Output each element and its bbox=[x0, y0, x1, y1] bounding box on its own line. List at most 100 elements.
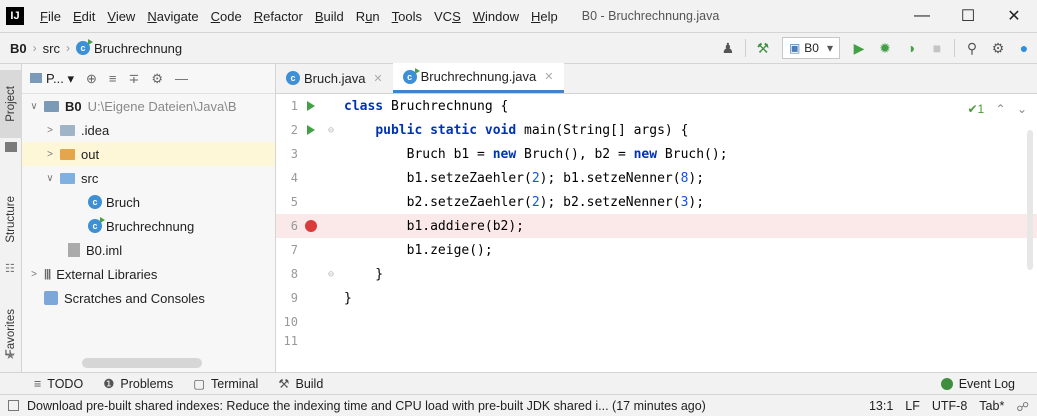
menu-refactor[interactable]: Refactor bbox=[248, 9, 309, 24]
debug-icon[interactable]: ✹ bbox=[872, 36, 898, 60]
menu-code[interactable]: Code bbox=[205, 9, 248, 24]
event-log-button[interactable]: Event Log bbox=[940, 373, 1015, 395]
project-view-select[interactable]: P... ▾ bbox=[30, 71, 74, 87]
tree-item-out[interactable]: > out bbox=[22, 142, 275, 166]
chevron-down-icon[interactable]: ∨ bbox=[28, 101, 40, 112]
divider bbox=[744, 39, 746, 57]
runnable-class-icon: c bbox=[75, 39, 93, 55]
menu-view[interactable]: View bbox=[101, 9, 141, 24]
status-bar: Download pre-built shared indexes: Reduc… bbox=[0, 394, 1037, 416]
todo-tool-button[interactable]: ≡ TODO bbox=[34, 377, 83, 391]
tab-bruchrechnung-java[interactable]: c Bruchrechnung.java ✕ bbox=[392, 63, 564, 93]
menu-window[interactable]: Window bbox=[467, 9, 525, 24]
indent-setting[interactable]: Tab* bbox=[979, 399, 1004, 413]
runnable-class-icon: c bbox=[88, 217, 105, 233]
close-icon[interactable]: ✕ bbox=[373, 72, 382, 85]
gear-icon[interactable]: ⚙ bbox=[151, 71, 163, 87]
horizontal-scrollbar[interactable] bbox=[82, 358, 202, 368]
file-encoding[interactable]: UTF-8 bbox=[932, 399, 967, 413]
update-icon[interactable]: ● bbox=[1011, 36, 1037, 60]
build-hammer-icon[interactable]: ⚒ bbox=[750, 36, 776, 60]
breakpoint-icon[interactable] bbox=[298, 214, 324, 238]
breadcrumb-src[interactable]: src bbox=[39, 41, 64, 56]
chevron-down-icon[interactable]: ∨ bbox=[44, 173, 56, 184]
user-icon[interactable]: ♟ bbox=[715, 36, 741, 60]
menu-tools[interactable]: Tools bbox=[386, 9, 428, 24]
build-tool-button[interactable]: ⚒ Build bbox=[278, 376, 323, 392]
caret-position[interactable]: 13:1 bbox=[869, 399, 893, 413]
tab-bruch-java[interactable]: c Bruch.java ✕ bbox=[276, 63, 393, 93]
lock-icon[interactable]: ☍ bbox=[1016, 399, 1029, 414]
stop-icon[interactable]: ■ bbox=[924, 36, 950, 60]
code-text: b2.setzeZaehler(2); b2.setzeNenner(3); bbox=[344, 194, 705, 210]
folder-icon bbox=[60, 124, 75, 136]
event-log-label: Event Log bbox=[958, 377, 1015, 391]
project-tool-tab[interactable]: Project bbox=[0, 70, 22, 138]
line-number: 1 bbox=[290, 99, 298, 113]
run-config-label: B0 bbox=[804, 41, 819, 55]
menu-file[interactable]: File bbox=[34, 9, 67, 24]
tool-window-bar: ≡ TODO ❶ Problems ▢ Terminal ⚒ Build Event L… bbox=[0, 372, 1037, 394]
menu-run[interactable]: Run bbox=[350, 9, 386, 24]
tree-item-scratches[interactable]: Scratches and Consoles bbox=[22, 286, 275, 310]
navigation-bar: B0 › src › c Bruchrechnung ♟ ⚒ ▣ B0 ▾ ▶ … bbox=[0, 32, 1037, 64]
menu-vcs[interactable]: VCS bbox=[428, 9, 467, 24]
expand-all-icon[interactable]: ≡ bbox=[109, 71, 117, 86]
run-gutter-icon[interactable] bbox=[298, 94, 324, 118]
search-icon[interactable]: ⚲ bbox=[959, 36, 985, 60]
minimize-button[interactable]: — bbox=[899, 0, 945, 32]
fold-icon[interactable]: ⊖ bbox=[324, 269, 338, 280]
run-config-select[interactable]: ▣ B0 ▾ bbox=[781, 37, 840, 59]
problems-tool-button[interactable]: ❶ Problems bbox=[103, 376, 173, 392]
code-area[interactable]: 1 class Bruchrechnung { 2 ⊖ public stati… bbox=[276, 94, 1037, 372]
gear-icon[interactable]: ⚙ bbox=[985, 36, 1011, 60]
chevron-right-icon[interactable]: > bbox=[44, 125, 56, 136]
line-separator[interactable]: LF bbox=[905, 399, 920, 413]
project-toolbar: P... ▾ ⊕ ≡ ∓ ⚙ — bbox=[22, 64, 275, 94]
star-icon: ★ bbox=[5, 348, 16, 362]
structure-tool-tab[interactable]: Structure bbox=[0, 180, 22, 258]
run-icon[interactable]: ▶ bbox=[846, 36, 872, 60]
menu-help[interactable]: Help bbox=[525, 9, 564, 24]
code-line: 4 b1.setzeZaehler(2); b1.setzeNenner(8); bbox=[276, 166, 1037, 190]
collapse-all-icon[interactable]: ∓ bbox=[128, 71, 139, 87]
code-text: } bbox=[344, 266, 384, 282]
chevron-down-icon[interactable]: ⌄ bbox=[1017, 102, 1027, 116]
status-message[interactable]: Download pre-built shared indexes: Reduc… bbox=[8, 399, 706, 413]
menu-navigate[interactable]: Navigate bbox=[141, 9, 204, 24]
menu-edit[interactable]: Edit bbox=[67, 9, 101, 24]
close-button[interactable]: ✕ bbox=[991, 0, 1037, 32]
intellij-logo-icon: IJ bbox=[6, 7, 24, 25]
inspection-widget[interactable]: ✔1 ⌃ ⌄ bbox=[967, 102, 1027, 116]
code-line: 11 bbox=[276, 334, 1037, 348]
vertical-scrollbar[interactable] bbox=[1027, 130, 1033, 270]
chevron-right-icon[interactable]: > bbox=[44, 149, 56, 160]
maximize-button[interactable]: ☐ bbox=[945, 0, 991, 32]
close-icon[interactable]: ✕ bbox=[544, 70, 553, 83]
tree-item-bruch[interactable]: c Bruch bbox=[22, 190, 275, 214]
hide-icon[interactable]: — bbox=[175, 71, 188, 86]
divider bbox=[954, 39, 955, 57]
tree-item-idea[interactable]: > .idea bbox=[22, 118, 275, 142]
code-line: 7 b1.zeige(); bbox=[276, 238, 1037, 262]
toggle-tool-windows-icon[interactable] bbox=[8, 400, 19, 411]
line-number: 8 bbox=[290, 267, 298, 281]
chevron-right-icon[interactable]: > bbox=[28, 269, 40, 280]
breadcrumb-project[interactable]: B0 bbox=[6, 41, 31, 56]
breadcrumb-class[interactable]: c Bruchrechnung bbox=[72, 39, 186, 56]
locate-icon[interactable]: ⊕ bbox=[86, 71, 97, 87]
library-icon: ||| bbox=[44, 268, 51, 280]
fold-icon[interactable]: ⊖ bbox=[324, 125, 338, 136]
coverage-icon[interactable]: ◑ bbox=[898, 36, 924, 60]
tree-item-iml[interactable]: B0.iml bbox=[22, 238, 275, 262]
tree-item-src[interactable]: ∨ src bbox=[22, 166, 275, 190]
tree-item-label: Scratches and Consoles bbox=[64, 290, 205, 306]
menu-build[interactable]: Build bbox=[309, 9, 350, 24]
tree-item-external-libraries[interactable]: > ||| External Libraries bbox=[22, 262, 275, 286]
tree-root[interactable]: ∨ B0 U:\Eigene Dateien\Java\B bbox=[22, 94, 275, 118]
chevron-up-icon[interactable]: ⌃ bbox=[996, 102, 1006, 116]
tree-item-bruchrechnung[interactable]: c Bruchrechnung bbox=[22, 214, 275, 238]
run-gutter-icon[interactable] bbox=[298, 118, 324, 142]
code-line: 1 class Bruchrechnung { bbox=[276, 94, 1037, 118]
terminal-tool-button[interactable]: ▢ Terminal bbox=[193, 376, 258, 392]
